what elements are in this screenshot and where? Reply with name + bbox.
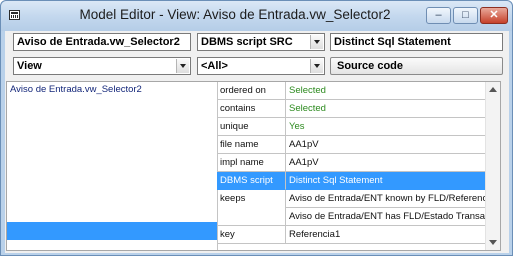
title-bar[interactable]: Model Editor - View: Aviso de Entrada.vw…: [1, 1, 512, 31]
tree-item[interactable]: Aviso de Entrada.vw_Selector2: [10, 84, 142, 95]
scroll-up-icon[interactable]: [489, 87, 497, 92]
model-editor-window: Model Editor - View: Aviso de Entrada.vw…: [0, 0, 513, 256]
filter-select-value: <All>: [201, 60, 228, 72]
property-value[interactable]: AA1pV: [286, 154, 500, 172]
property-grid: Aviso de Entrada.vw_Selector2 ordered on…: [6, 81, 501, 251]
vertical-scrollbar[interactable]: [485, 82, 500, 250]
property-key: key: [217, 226, 286, 244]
property-key: contains: [217, 100, 286, 118]
source-code-button[interactable]: Source code: [330, 57, 503, 75]
property-value[interactable]: Selected: [286, 82, 500, 100]
object-tree: Aviso de Entrada.vw_Selector2: [7, 82, 218, 250]
property-row[interactable]: contains Selected: [217, 100, 500, 118]
property-value[interactable]: Referencia1: [286, 226, 500, 244]
scroll-down-icon[interactable]: [489, 240, 497, 245]
window-title: Model Editor - View: Aviso de Entrada.vw…: [79, 7, 391, 22]
minimize-button[interactable]: –: [426, 7, 451, 24]
property-key: impl name: [217, 154, 286, 172]
property-key: keeps: [217, 190, 286, 208]
view-select[interactable]: View: [13, 57, 191, 75]
property-key: DBMS script: [217, 172, 286, 190]
property-row[interactable]: file name AA1pV: [217, 136, 500, 154]
property-row[interactable]: keeps Aviso de Entrada/ENT known by FLD/…: [217, 190, 500, 208]
view-select-value: View: [17, 60, 42, 72]
close-button[interactable]: ✕: [480, 7, 508, 24]
property-row[interactable]: ordered on Selected: [217, 82, 500, 100]
object-name-field[interactable]: Aviso de Entrada.vw_Selector2: [13, 33, 191, 51]
property-row[interactable]: impl name AA1pV: [217, 154, 500, 172]
maximize-button[interactable]: □: [453, 7, 478, 24]
filter-select[interactable]: <All>: [197, 57, 325, 75]
property-value[interactable]: Aviso de Entrada/ENT known by FLD/Refere…: [286, 190, 500, 208]
property-value[interactable]: AA1pV: [286, 136, 500, 154]
chevron-down-icon[interactable]: [176, 59, 189, 73]
property-row-selected[interactable]: DBMS script Distinct Sql Statement: [217, 172, 500, 190]
property-key: unique: [217, 118, 286, 136]
statement-field[interactable]: Distinct Sql Statement: [330, 33, 503, 51]
property-key: [217, 208, 286, 226]
property-row[interactable]: key Referencia1: [217, 226, 500, 244]
property-value[interactable]: Yes: [286, 118, 500, 136]
property-value[interactable]: Selected: [286, 100, 500, 118]
chevron-down-icon[interactable]: [310, 59, 323, 73]
selection-highlight: [7, 222, 217, 240]
chevron-down-icon[interactable]: [310, 35, 323, 49]
property-value[interactable]: Distinct Sql Statement: [286, 172, 500, 190]
editor-client-area: Aviso de Entrada.vw_Selector2 DBMS scrip…: [5, 31, 509, 253]
property-key: file name: [217, 136, 286, 154]
script-type-value: DBMS script SRC: [201, 36, 293, 48]
property-key: ordered on: [217, 82, 286, 100]
script-type-combo[interactable]: DBMS script SRC: [197, 33, 325, 51]
property-value[interactable]: Aviso de Entrada/ENT has FLD/Estado Tran…: [286, 208, 500, 226]
property-row[interactable]: Aviso de Entrada/ENT has FLD/Estado Tran…: [217, 208, 500, 226]
property-row[interactable]: unique Yes: [217, 118, 500, 136]
